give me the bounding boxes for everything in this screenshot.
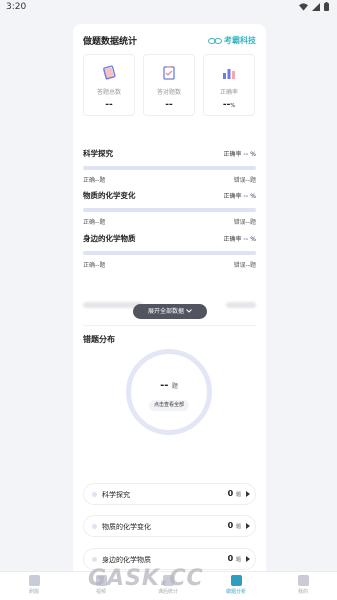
- clipboard-check-icon: [163, 66, 175, 80]
- stat-label: 答题总数: [96, 89, 121, 96]
- arrow-right-icon: [246, 491, 250, 497]
- error-total: -- 题: [160, 380, 178, 391]
- user-icon: [297, 575, 309, 586]
- correct-count: 正确--题: [83, 262, 106, 269]
- progress-bar: [83, 166, 256, 170]
- brand-name: 考霸科技: [224, 36, 256, 45]
- error-row-count: 0 题: [227, 521, 241, 530]
- subject-name: 科学探究: [83, 149, 113, 158]
- stat-total: 答题总数 --: [83, 54, 135, 116]
- view-all-button[interactable]: 点击查看全部: [149, 400, 189, 411]
- subject-accuracy: 正确率 -- %: [223, 193, 256, 200]
- progress-bar: [83, 208, 256, 212]
- status-time: 3:20: [6, 2, 27, 12]
- stat-correct: 答对题数 --: [143, 54, 195, 116]
- battery-icon: [324, 2, 329, 11]
- correct-count: 正确--题: [83, 219, 106, 226]
- expand-all-button[interactable]: 展开全部数据: [133, 304, 207, 319]
- error-row-count: 0 题: [227, 489, 241, 498]
- analysis-icon: [230, 575, 242, 586]
- watermark: GASK.CC: [88, 566, 204, 591]
- tab-home[interactable]: 刷题: [14, 575, 54, 595]
- tab-profile[interactable]: 我的: [283, 575, 323, 595]
- chevron-down-icon: [186, 309, 192, 313]
- error-row[interactable]: 科学探究 0 题: [83, 483, 256, 505]
- section-title: 错题分布: [83, 335, 115, 344]
- error-row-name: 科学探究: [102, 491, 130, 499]
- brand-logo: 考霸科技: [208, 35, 256, 46]
- stat-accuracy: 正确率 --%: [203, 54, 255, 116]
- correct-count: 正确--题: [83, 177, 106, 184]
- divider: [83, 325, 256, 326]
- dot-icon: [92, 524, 97, 529]
- arrow-right-icon: [246, 523, 250, 529]
- subject-name: 物质的化学变化: [83, 191, 136, 200]
- subject-name: 身边的化学物质: [83, 234, 136, 243]
- progress-bar: [83, 251, 256, 255]
- error-row-name: 身边的化学物质: [102, 556, 151, 564]
- error-row[interactable]: 物质的化学变化 0 题: [83, 515, 256, 537]
- stat-label: 答对题数: [156, 89, 181, 96]
- wrong-count: 错误--题: [233, 219, 256, 226]
- error-ring-chart: -- 题 点击查看全部: [126, 349, 212, 435]
- tab-analysis[interactable]: 做题分析: [216, 575, 256, 595]
- subject-accuracy: 正确率 -- %: [223, 236, 256, 243]
- dot-icon: [92, 557, 97, 562]
- error-row-count: 0 题: [227, 554, 241, 563]
- error-row-name: 物质的化学变化: [102, 523, 151, 531]
- stat-value: --%: [222, 100, 236, 110]
- stat-label: 正确率: [219, 89, 238, 96]
- status-bar: 3:20: [0, 0, 337, 16]
- subject-accuracy: 正确率 -- %: [223, 151, 256, 158]
- home-icon: [28, 575, 40, 586]
- brand-icon: [208, 37, 222, 44]
- signal-icon: [312, 2, 320, 11]
- stats-card: 做题数据统计 考霸科技 答题总数 -- 答对题数 -- 正确率 --% 科学探究…: [73, 24, 266, 600]
- dot-icon: [92, 492, 97, 497]
- stat-value: --: [105, 100, 113, 110]
- wrong-count: 错误--题: [233, 262, 256, 269]
- status-icons: [299, 2, 329, 11]
- wifi-icon: [299, 2, 308, 11]
- wrong-count: 错误--题: [233, 177, 256, 184]
- stat-value: --: [165, 100, 173, 110]
- page-title: 做题数据统计: [83, 37, 138, 47]
- bar-chart-icon: [223, 69, 235, 79]
- book-icon: [103, 65, 116, 80]
- arrow-right-icon: [246, 556, 250, 562]
